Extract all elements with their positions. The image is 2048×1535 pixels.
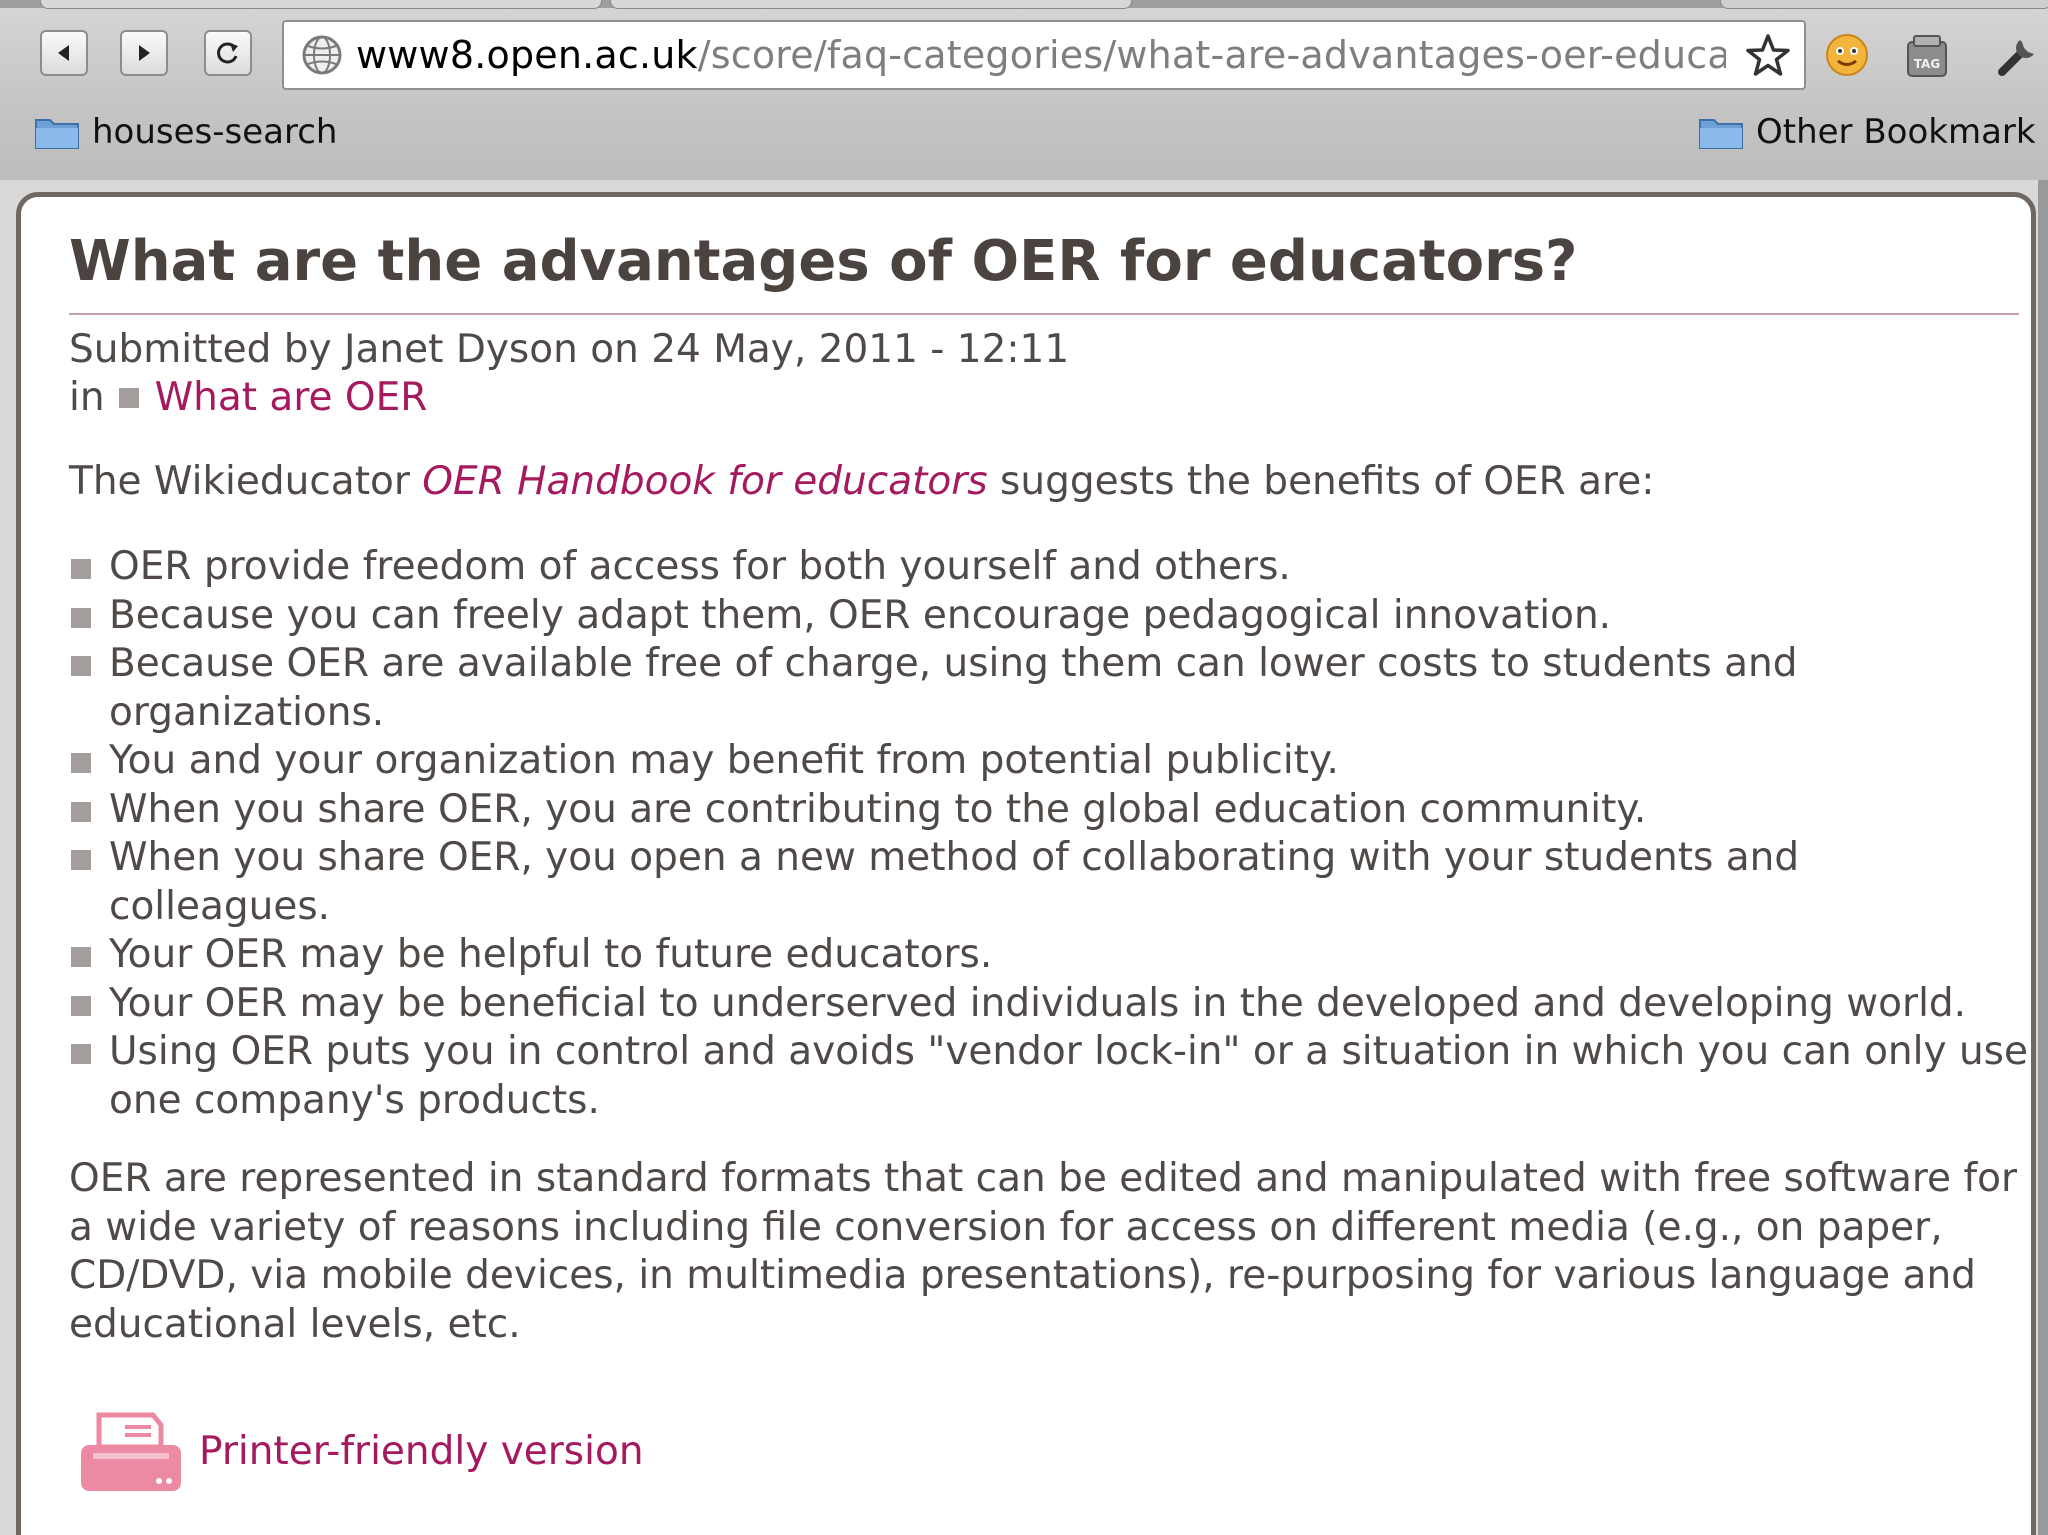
page-title: What are the advantages of OER for educa… xyxy=(69,229,1578,294)
square-bullet-icon xyxy=(71,850,91,870)
browser-window: www8.open.ac.uk/score/faq-categories/wha… xyxy=(0,0,2048,1535)
benefits-list: OER provide freedom of access for both y… xyxy=(69,543,2029,1125)
scrollbar[interactable] xyxy=(2038,180,2048,1535)
bookmark-other-bookmarks[interactable]: Other Bookmark xyxy=(1698,112,2036,152)
back-button[interactable] xyxy=(40,30,88,76)
globe-icon xyxy=(302,35,342,75)
wrench-icon[interactable] xyxy=(1992,28,2046,82)
svg-text:TAG: TAG xyxy=(1914,57,1940,71)
back-icon xyxy=(58,45,69,61)
folder-icon xyxy=(35,119,79,149)
list-item: OER provide freedom of access for both y… xyxy=(69,543,2029,592)
printer-icon[interactable] xyxy=(77,1407,185,1495)
handbook-link[interactable]: OER Handbook for educators xyxy=(422,459,987,504)
bookmark-label: Other Bookmark xyxy=(1756,112,2036,152)
star-icon[interactable] xyxy=(1744,32,1792,80)
smiley-icon[interactable] xyxy=(1820,28,1874,82)
content-panel: What are the advantages of OER for educa… xyxy=(16,192,2036,1535)
bookmark-label: houses-search xyxy=(92,112,338,152)
square-bullet-icon xyxy=(71,1044,91,1064)
list-item-text: OER provide freedom of access for both y… xyxy=(109,544,1291,589)
list-item: When you share OER, you are contributing… xyxy=(69,786,2029,835)
tab[interactable] xyxy=(610,0,1132,9)
tab[interactable] xyxy=(1720,0,2048,9)
url-host: www8.open.ac.uk xyxy=(356,33,698,77)
list-item: Because OER are available free of charge… xyxy=(69,640,2029,737)
bookmark-houses-search[interactable]: houses-search xyxy=(34,112,337,152)
list-item-text: You and your organization may benefit fr… xyxy=(109,738,1339,783)
closing-paragraph: OER are represented in standard formats … xyxy=(69,1156,2018,1347)
browser-toolbar: www8.open.ac.uk/score/faq-categories/wha… xyxy=(0,0,2048,180)
list-item: Because you can freely adapt them, OER e… xyxy=(69,592,2029,641)
list-item: Using OER puts you in control and avoids… xyxy=(69,1028,2029,1125)
category-prefix: in xyxy=(69,375,105,420)
category-link[interactable]: What are OER xyxy=(155,375,428,420)
submitted-info: Submitted by Janet Dyson on 24 May, 2011… xyxy=(69,327,1070,372)
forward-icon xyxy=(139,45,150,61)
list-item-text: Because OER are available free of charge… xyxy=(109,641,1798,735)
reload-icon xyxy=(217,42,238,64)
list-item-text: Your OER may be helpful to future educat… xyxy=(109,932,993,977)
reload-button[interactable] xyxy=(204,30,252,76)
address-bar[interactable]: www8.open.ac.uk/score/faq-categories/wha… xyxy=(282,20,1806,90)
list-item-text: Your OER may be beneficial to underserve… xyxy=(109,980,1967,1026)
category-line: in What are OER xyxy=(69,375,427,420)
list-item: Your OER may be beneficial to underserve… xyxy=(69,980,2029,1029)
list-item-text: Using OER puts you in control and avoids… xyxy=(109,1029,2028,1123)
square-bullet-icon xyxy=(71,607,91,628)
square-bullet-icon xyxy=(71,559,91,579)
forward-button[interactable] xyxy=(120,30,168,76)
list-item: You and your organization may benefit fr… xyxy=(69,737,2029,786)
intro-text: suggests the benefits of OER are: xyxy=(987,459,1655,504)
url-text[interactable]: www8.open.ac.uk/score/faq-categories/wha… xyxy=(356,33,1726,77)
title-divider xyxy=(69,313,2019,315)
intro-paragraph: The Wikieducator OER Handbook for educat… xyxy=(69,459,1654,504)
list-item-text: When you share OER, you open a new metho… xyxy=(109,835,1800,929)
list-item: When you share OER, you open a new metho… xyxy=(69,834,2029,931)
printer-friendly-link[interactable]: Printer-friendly version xyxy=(199,1429,644,1474)
tab[interactable] xyxy=(40,0,602,9)
list-item: Your OER may be helpful to future educat… xyxy=(69,931,2029,980)
square-bullet-icon xyxy=(71,947,91,967)
page-viewport: What are the advantages of OER for educa… xyxy=(0,180,2048,1535)
list-item-text: Because you can freely adapt them, OER e… xyxy=(109,592,1612,638)
square-bullet-icon xyxy=(71,801,91,822)
square-bullet-icon xyxy=(118,387,139,408)
square-bullet-icon xyxy=(71,753,91,773)
square-bullet-icon xyxy=(71,995,91,1016)
url-path: /score/faq-categories/what-are-advantage… xyxy=(697,33,1726,77)
printer-friendly-row[interactable]: Printer-friendly version xyxy=(77,1407,644,1495)
tag-icon[interactable]: TAG xyxy=(1900,28,1954,82)
intro-text: The Wikieducator xyxy=(69,459,423,504)
square-bullet-icon xyxy=(71,656,91,676)
folder-icon xyxy=(1699,119,1743,149)
list-item-text: When you share OER, you are contributing… xyxy=(109,786,1647,832)
